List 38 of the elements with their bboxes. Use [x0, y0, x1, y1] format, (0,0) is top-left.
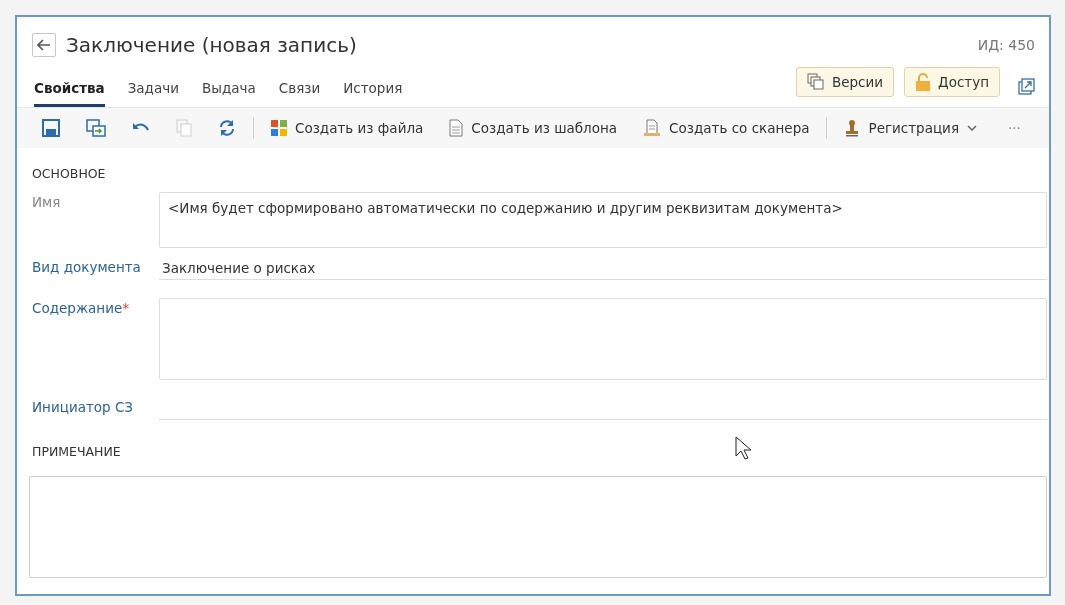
copy-icon	[176, 119, 192, 137]
text-area[interactable]: <Имя будет сформировано автоматически по содержанию и другим реквизитам документа>	[159, 192, 1047, 248]
tab[interactable]: Выдача	[201, 74, 256, 107]
mouse-cursor-icon	[735, 436, 753, 462]
record-id: ИД: 450	[977, 37, 1035, 53]
from-template-button[interactable]: Создать из шаблона	[436, 112, 631, 144]
tab[interactable]: Связи	[278, 74, 321, 107]
versions-icon	[806, 73, 825, 91]
popout-icon	[1018, 78, 1035, 95]
lock-icon	[915, 73, 932, 91]
back-arrow-icon	[37, 39, 51, 51]
document-icon	[449, 119, 464, 137]
field-label: Имя	[32, 193, 62, 210]
popout-button[interactable]	[1018, 78, 1035, 95]
section-title: ПРИМЕЧАНИЕ	[32, 444, 121, 459]
back-button[interactable]	[32, 33, 56, 57]
tab[interactable]: История	[343, 74, 403, 107]
input-field[interactable]: Заключение о рисках	[159, 254, 1047, 280]
section-title: ОСНОВНОЕ	[32, 166, 106, 181]
access-button[interactable]: Доступ	[904, 67, 1000, 97]
field-label: Вид документа	[32, 258, 142, 275]
save-as-icon	[86, 119, 106, 137]
refresh-icon	[218, 119, 236, 137]
field-label: Содержание*	[32, 299, 131, 316]
tab[interactable]: Задачи	[127, 74, 179, 107]
tiles-icon	[271, 120, 287, 136]
window-title: Заключение (новая запись)	[66, 33, 358, 57]
versions-button[interactable]: Версии	[795, 67, 895, 97]
field-label: Инициатор СЗ	[32, 398, 134, 415]
registration-button[interactable]: Регистрация	[831, 112, 990, 144]
caret-icon	[967, 125, 977, 131]
from-file-button[interactable]: Создать из файла	[258, 112, 437, 144]
note-field[interactable]	[29, 476, 1047, 578]
scanner-document-icon	[643, 119, 662, 137]
save-icon	[42, 119, 60, 137]
required-mark: *	[122, 300, 130, 316]
stamp-icon	[844, 119, 861, 137]
from-scanner-button[interactable]: Создать со сканера	[630, 112, 823, 144]
